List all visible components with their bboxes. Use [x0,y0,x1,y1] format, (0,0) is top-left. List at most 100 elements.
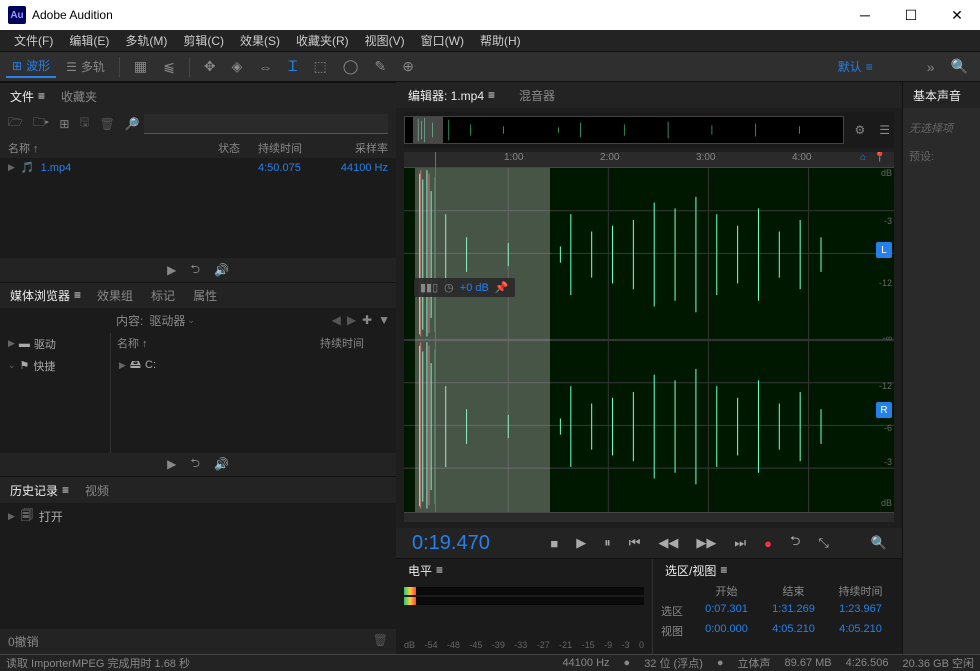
slip-tool-icon[interactable]: ⇔ [252,57,278,77]
tab-media-browser[interactable]: 媒体浏览器 ≡ [6,287,83,304]
multitrack-view-button[interactable]: ☰多轨 [60,56,111,77]
menu-effects[interactable]: 效果(S) [232,30,288,52]
open-file-icon[interactable]: 🗁 [8,113,23,134]
pin-icon[interactable]: ⌂ [860,152,866,163]
menu-view[interactable]: 视图(V) [357,30,413,52]
stop-button[interactable]: ■ [543,536,565,551]
time-ruler[interactable]: 1:00 2:00 3:00 4:00 ⌂ 📍 [404,152,894,168]
menu-file[interactable]: 文件(F) [6,30,61,52]
new-shortcut-icon[interactable]: ✚ [362,313,372,327]
razor-tool-icon[interactable]: ◈ [226,56,249,77]
hud-pin-icon[interactable]: 📌 [495,281,509,294]
mb-col-name[interactable]: 名称 ↑ [117,335,320,351]
file-row[interactable]: ▶🎵1.mp4 4:50.075 44100 Hz [0,158,396,177]
minimize-button[interactable]: ─ [842,0,888,30]
search-files-input[interactable] [144,114,388,134]
view-duration[interactable]: 4:05.210 [827,623,894,639]
tab-levels[interactable]: 电平 ≡ [404,562,445,579]
tab-selection-view[interactable]: 选区/视图 ≡ [661,562,729,579]
overview-menu-icon[interactable]: ☰ [875,123,894,137]
view-end[interactable]: 4:05.210 [760,623,827,639]
spectral-freq-icon[interactable]: ▦ [128,56,153,77]
nav-back-icon[interactable]: ◀ [332,313,341,327]
loop-icon[interactable]: ⮌ [190,454,200,475]
pause-button[interactable]: ⏸ [597,535,618,551]
skip-selection-button[interactable]: ⤡ [811,535,835,551]
import-icon[interactable]: 🗀▸ [33,113,49,134]
go-start-button[interactable]: ⏮ [622,535,648,551]
maximize-button[interactable]: ☐ [888,0,934,30]
menu-help[interactable]: 帮助(H) [472,30,529,52]
tab-mixer[interactable]: 混音器 [515,87,559,104]
tab-favorites[interactable]: 收藏夹 [57,88,101,105]
time-select-tool-icon[interactable]: Ꮖ [282,56,303,77]
brush-tool-icon[interactable]: ✎ [368,56,392,77]
healing-tool-icon[interactable]: ⊕ [396,56,420,77]
search-icon[interactable]: 🔍 [945,56,974,77]
zoom-tool-icon[interactable]: 🔍 [864,535,894,551]
new-file-icon[interactable]: ⊞ [59,117,69,131]
filter-icon[interactable]: ▼ [378,313,390,327]
tree-shortcuts[interactable]: ⌄ ⚑ 快捷 [0,355,110,377]
col-state[interactable]: 状态 [218,140,258,156]
tab-history[interactable]: 历史记录 ≡ [6,482,71,499]
spectral-pitch-icon[interactable]: ⫹ [157,56,181,77]
zoom-options-icon[interactable]: ⚙ [850,123,869,137]
close-file-icon[interactable]: 🖫 [79,113,89,134]
overview-waveform[interactable] [404,116,844,144]
trash-history-icon[interactable]: 🗑 [373,633,388,650]
menu-edit[interactable]: 编辑(E) [61,30,117,52]
autoplay-icon[interactable]: 🔊 [214,263,229,277]
loop-icon[interactable]: ⮌ [190,260,200,281]
play-icon[interactable]: ▶ [167,263,176,277]
content-select[interactable]: 驱动器 ⌄ [149,312,195,329]
waveform-view-button[interactable]: ⊞波形 [6,55,56,78]
loop-playback-button[interactable]: ⮌ [783,532,807,554]
record-button[interactable]: ● [757,536,779,551]
lasso-tool-icon[interactable]: ◯ [337,56,365,77]
sel-duration[interactable]: 1:23.967 [827,603,894,619]
waveform-editor[interactable]: 1:00 2:00 3:00 4:00 ⌂ 📍 [404,152,894,522]
close-button[interactable]: ✕ [934,0,980,30]
marquee-tool-icon[interactable]: ⬚ [308,56,333,77]
trash-icon[interactable]: 🗑 [100,117,115,131]
col-name[interactable]: 名称 ↑ [8,140,218,156]
play-button[interactable]: ▶ [569,535,593,551]
tree-drives[interactable]: ▶ ▬ 驱动 [0,333,110,355]
tab-effects-rack[interactable]: 效果组 [93,287,137,304]
channel-left-badge[interactable]: L [876,242,892,258]
menu-window[interactable]: 窗口(W) [413,30,472,52]
tab-video[interactable]: 视频 [81,482,113,499]
mb-col-duration[interactable]: 持续时间 [320,335,390,351]
sel-end[interactable]: 1:31.269 [760,603,827,619]
channel-right-badge[interactable]: R [876,402,892,418]
menu-clip[interactable]: 剪辑(C) [175,30,232,52]
tab-properties[interactable]: 属性 [189,287,221,304]
timecode[interactable]: 0:19.470 [404,532,498,555]
menu-multitrack[interactable]: 多轨(M) [117,30,175,52]
rewind-button[interactable]: ◀◀ [651,535,685,551]
move-tool-icon[interactable]: ✥ [198,56,222,77]
sel-start[interactable]: 0:07.301 [693,603,760,619]
tab-editor[interactable]: 编辑器: 1.mp4 ≡ [404,87,497,104]
play-icon[interactable]: ▶ [167,457,176,471]
col-duration[interactable]: 持续时间 [258,140,328,156]
tab-markers[interactable]: 标记 [147,287,179,304]
drive-c[interactable]: ▶ 🖴 C: [111,353,396,378]
col-samplerate[interactable]: 采样率 [328,140,388,156]
history-item[interactable]: ▶🗐打开 [0,503,396,530]
tab-essential-sound[interactable]: 基本声音 [909,87,965,104]
go-end-button[interactable]: ⏭ [727,535,753,551]
workspace-selector[interactable]: 默认 ≡ [832,56,877,77]
marker-icon[interactable]: 📍 [874,152,886,163]
view-start[interactable]: 0:00.000 [693,623,760,639]
menu-favorites[interactable]: 收藏夹(R) [288,30,357,52]
playhead[interactable] [435,152,436,522]
nav-fwd-icon[interactable]: ▶ [347,313,356,327]
volume-hud[interactable]: ▮▮▯ ◷ +0 dB 📌 [414,278,515,297]
workspace-more-icon[interactable]: » [921,57,941,77]
expand-icon[interactable]: ▶ [8,162,15,173]
autoplay-icon[interactable]: 🔊 [214,457,229,471]
forward-button[interactable]: ▶▶ [689,535,723,551]
overview-selection[interactable] [413,117,443,143]
